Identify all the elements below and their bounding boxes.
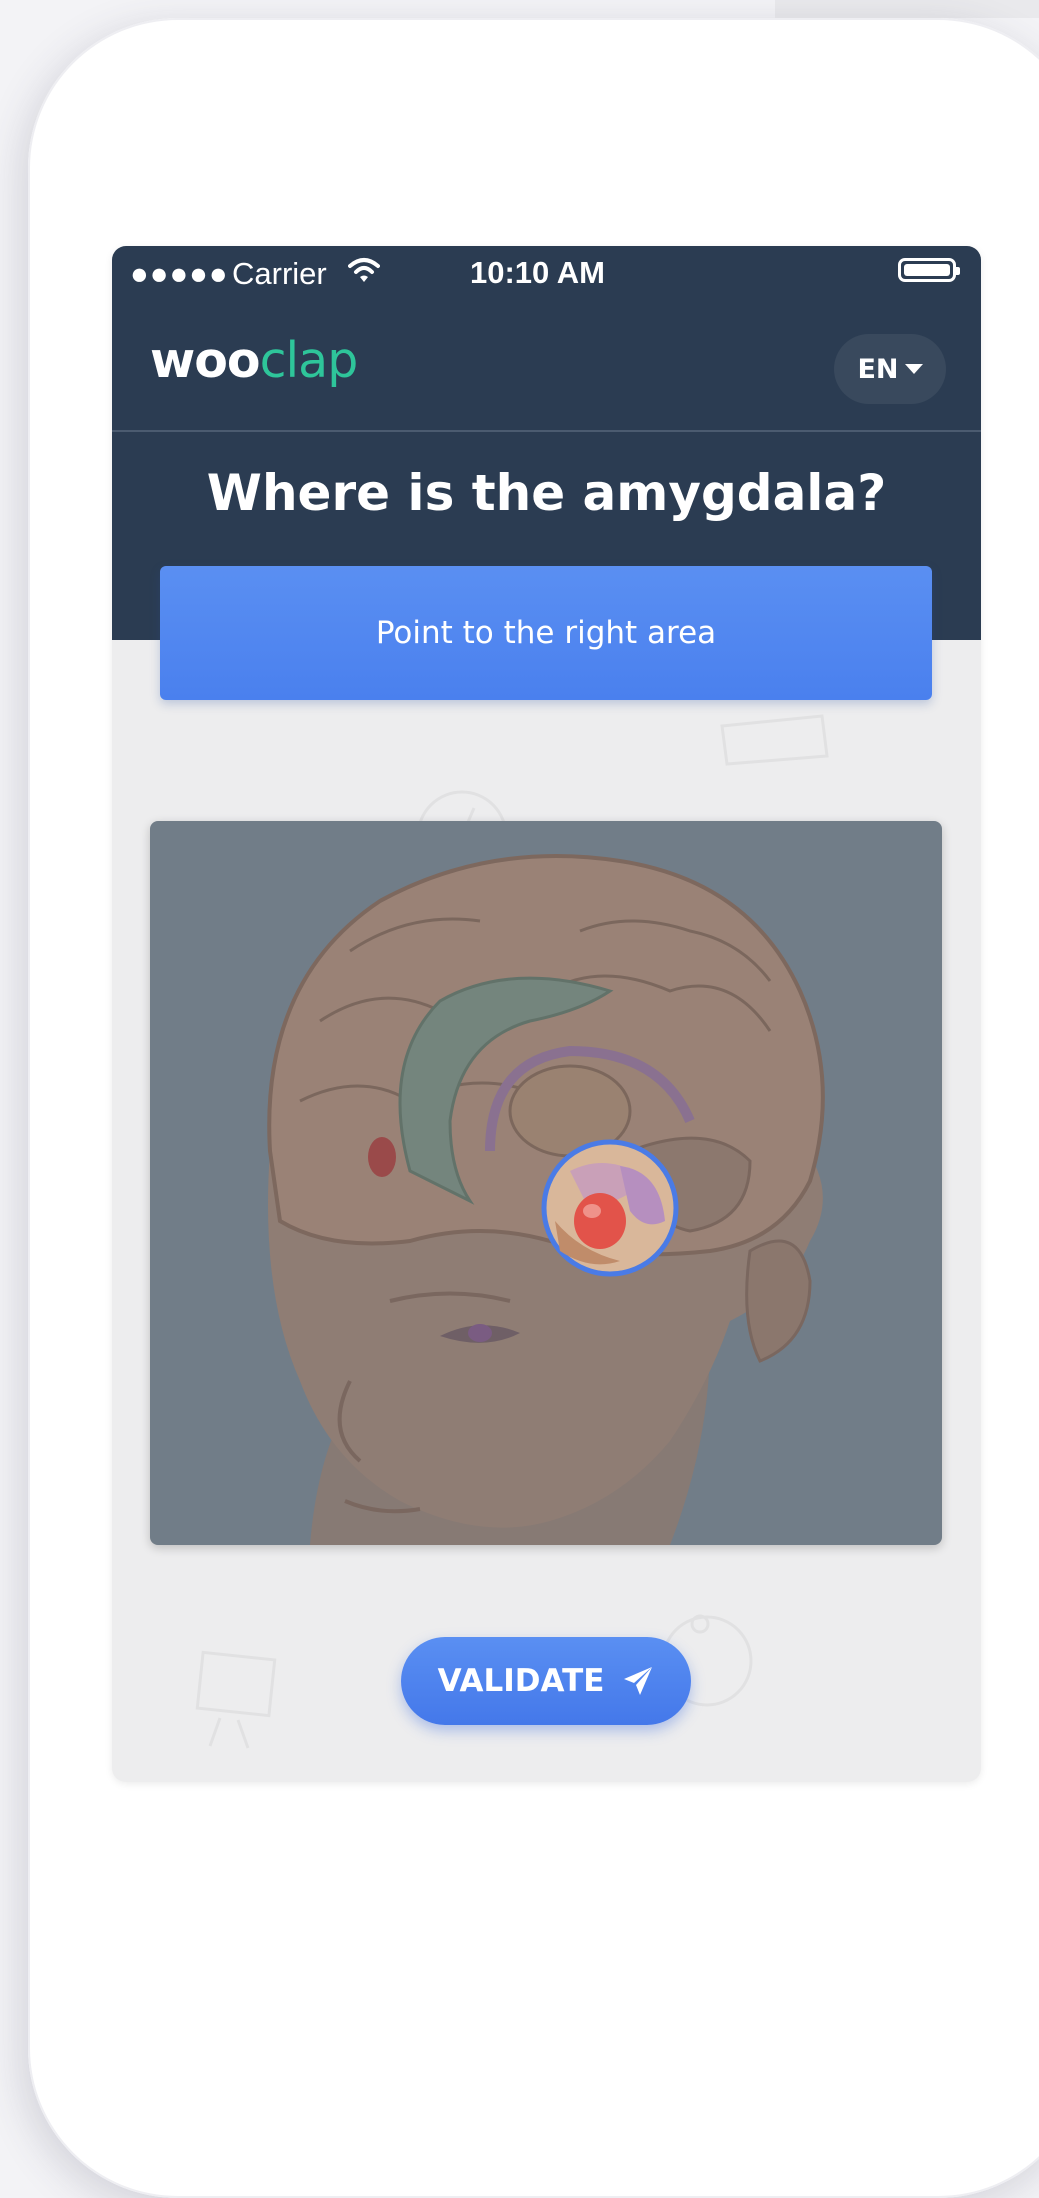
selection-marker-icon[interactable] — [541, 1139, 679, 1277]
logo-woo: woo — [150, 332, 261, 389]
wooclap-logo: wooclap — [150, 332, 359, 389]
clock: 10:10 AM — [470, 255, 605, 290]
brain-image-panel[interactable] — [150, 821, 942, 1545]
send-icon — [624, 1667, 653, 1695]
instruction-banner: Point to the right area — [160, 566, 932, 700]
doodle-notepad-icon — [720, 714, 829, 766]
instruction-text: Point to the right area — [375, 615, 717, 651]
validate-label: VALIDATE — [437, 1663, 605, 1699]
wifi-icon — [348, 258, 380, 282]
language-selector[interactable]: EN — [834, 334, 946, 404]
battery-icon — [898, 258, 960, 282]
brain-illustration[interactable] — [150, 821, 942, 1545]
backdrop-edge — [775, 0, 1039, 18]
carrier-label: Carrier — [232, 256, 327, 291]
header-divider — [112, 430, 981, 432]
doodle-presentation-icon — [195, 1650, 277, 1749]
signal-icon: ●●●●● — [130, 256, 229, 291]
language-label: EN — [857, 353, 899, 385]
app-screen: ●●●●● Carrier 10:10 AM wooclap EN Where … — [112, 246, 981, 1782]
chevron-down-icon — [904, 364, 923, 374]
status-bar: ●●●●● Carrier 10:10 AM — [112, 246, 981, 302]
validate-button[interactable]: VALIDATE — [401, 1637, 691, 1725]
logo-clap: clap — [259, 332, 359, 389]
question-title: Where is the amygdala? — [206, 464, 887, 522]
